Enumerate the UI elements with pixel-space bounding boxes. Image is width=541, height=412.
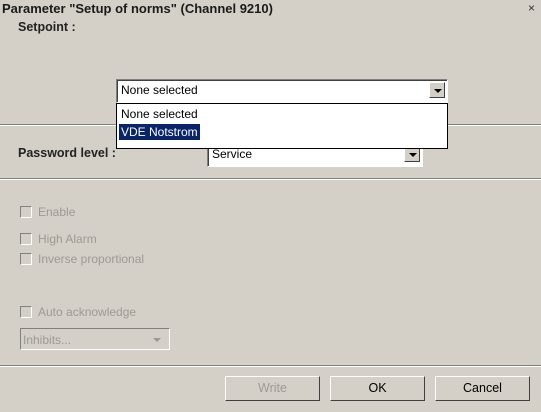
chevron-down-icon[interactable] [429, 82, 445, 98]
inverse-proportional-label: Inverse proportional [38, 252, 145, 266]
setpoint-label: Setpoint : [18, 20, 76, 34]
password-level-value: Service [212, 147, 253, 161]
write-button[interactable]: Write [225, 376, 320, 401]
divider-bottom [0, 365, 541, 367]
setpoint-dropdown-list[interactable]: None selected VDE Notstrom [116, 103, 448, 149]
window-title: Parameter "Setup of norms" (Channel 9210… [2, 1, 273, 16]
inhibits-select[interactable]: Inhibits... [20, 328, 170, 350]
auto-acknowledge-checkbox[interactable] [20, 306, 32, 318]
setpoint-option-none[interactable]: None selected [119, 106, 200, 122]
chevron-down-icon [153, 338, 161, 342]
high-alarm-label: High Alarm [38, 232, 97, 246]
setpoint-selected-value: None selected [121, 83, 198, 97]
auto-acknowledge-label: Auto acknowledge [38, 305, 137, 319]
ok-button[interactable]: OK [330, 376, 425, 401]
inhibits-value: Inhibits... [23, 333, 72, 347]
cancel-button-label: Cancel [463, 381, 502, 395]
inverse-proportional-checkbox[interactable] [20, 253, 32, 265]
setpoint-select[interactable]: None selected [116, 79, 448, 103]
title-bar: Parameter "Setup of norms" (Channel 9210… [0, 0, 541, 18]
enable-label: Enable [38, 205, 76, 219]
write-button-label: Write [258, 381, 287, 395]
close-icon[interactable]: × [528, 1, 535, 15]
password-level-label: Password level : [18, 146, 116, 160]
ok-button-label: OK [368, 381, 387, 395]
high-alarm-checkbox[interactable] [20, 233, 32, 245]
divider-middle [0, 178, 541, 180]
enable-checkbox[interactable] [20, 206, 32, 218]
setpoint-option-vde-notstrom[interactable]: VDE Notstrom [119, 124, 200, 140]
cancel-button[interactable]: Cancel [435, 376, 530, 401]
dialog-window: Parameter "Setup of norms" (Channel 9210… [0, 0, 541, 412]
